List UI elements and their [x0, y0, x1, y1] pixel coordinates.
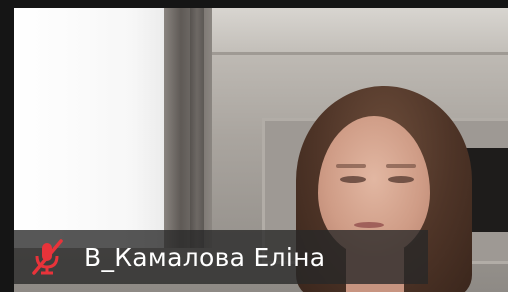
window — [14, 8, 182, 248]
mic-muted-icon[interactable] — [24, 234, 70, 280]
ceiling — [194, 8, 508, 54]
right-brow — [386, 164, 416, 168]
left-eye — [340, 176, 366, 183]
right-eye — [388, 176, 414, 183]
participant-name-bar: В_Камалова Еліна — [14, 230, 428, 284]
participant-video-tile[interactable]: В_Камалова Еліна — [0, 0, 508, 292]
participant-name: В_Камалова Еліна — [84, 242, 326, 272]
left-brow — [336, 164, 366, 168]
ceiling-molding — [194, 52, 508, 55]
mouth — [354, 222, 384, 228]
curtain — [164, 8, 212, 248]
curtain-fold — [190, 8, 204, 248]
